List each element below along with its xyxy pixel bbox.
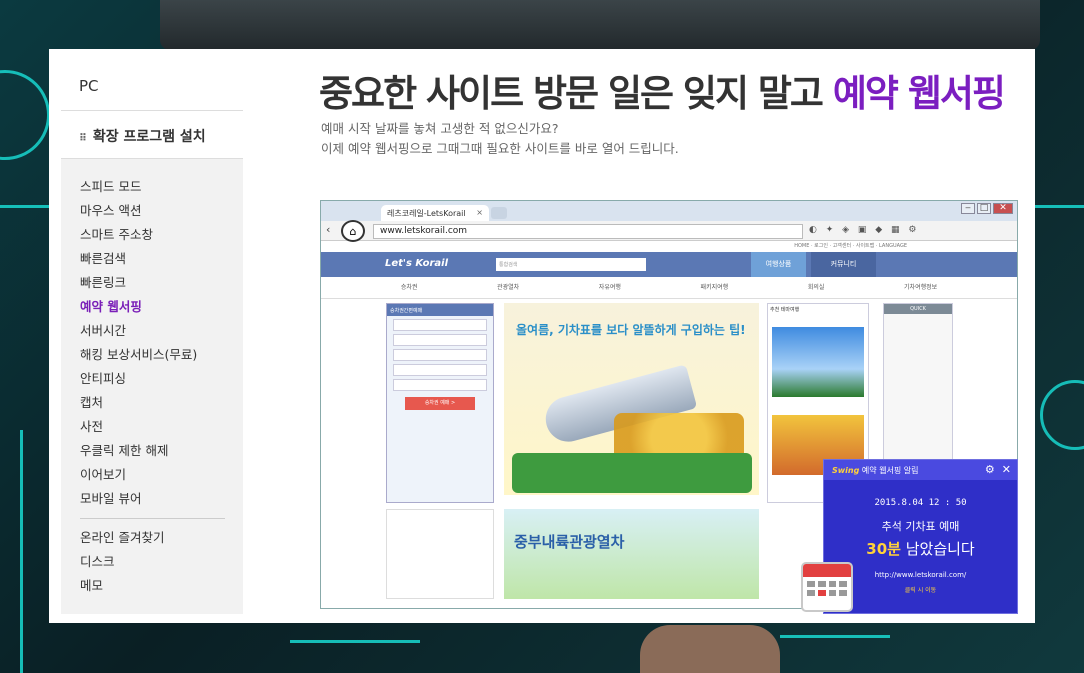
home-icon[interactable]: ⌂ [341, 220, 365, 242]
site-menu-item: 회의실 [807, 284, 825, 291]
grip-icon: ⠿ [79, 133, 87, 144]
site-menu-item: 기차여행정보 [904, 284, 938, 291]
close-icon[interactable]: ✕ [993, 203, 1013, 214]
sidebar-item-capture[interactable]: 캡처 [80, 391, 243, 415]
site-menu: 승차권 관광열차 자유여행 패키지여행 회의실 기차여행정보 [321, 277, 1017, 299]
news-box [386, 509, 494, 599]
sidebar-item-speed-mode[interactable]: 스피드 모드 [80, 175, 243, 199]
calendar-top [803, 564, 851, 577]
gear-icon[interactable]: ⚙ [985, 463, 995, 476]
sidebar-item-hacking-compensation[interactable]: 해킹 보상서비스(무료) [80, 343, 243, 367]
theme-photo [772, 327, 864, 397]
site-menu-item: 승차권 [400, 284, 418, 291]
form-row [393, 379, 487, 391]
browser-navbar: ‹ ⌂ www.letskorail.com ◐ ✦ ◈ ▣ ◆ ▦ ⚙ [321, 220, 1017, 242]
sidebar-item-disk[interactable]: 디스크 [80, 550, 243, 574]
sidebar-item-dictionary[interactable]: 사전 [80, 415, 243, 439]
site-nav: Let's Korail 통합검색 여행상품 커뮤니티 [321, 252, 1017, 277]
title-highlight: 예약 웹서핑 [832, 72, 1006, 115]
browser-tab[interactable]: 레츠코레일-LetsKorail × [381, 205, 489, 221]
sidebar-divider [80, 518, 225, 519]
glow-line [290, 640, 420, 643]
brand-logo: Swing [832, 466, 860, 475]
notification-countdown: 30분 남았습니다 [824, 538, 1017, 559]
browser-tabbar: 레츠코레일-LetsKorail × ‒ □ ✕ [321, 201, 1017, 221]
glow-line [0, 205, 49, 208]
glow-line [780, 635, 890, 638]
title-main: 중요한 사이트 방문 일은 잊지 말고 [319, 72, 833, 115]
notification-header: Swing 예약 웹서핑 알림 ⚙ ✕ [824, 460, 1017, 480]
site-menu-item: 패키지여행 [700, 284, 729, 291]
sidebar-item-mouse-action[interactable]: 마우스 액션 [80, 199, 243, 223]
sidebar-item-online-bookmarks[interactable]: 온라인 즐겨찾기 [80, 526, 243, 550]
minimize-icon[interactable]: ‒ [961, 203, 975, 214]
best-title: 중부내륙관광열차 [514, 533, 625, 551]
close-icon[interactable]: ✕ [1002, 463, 1011, 476]
glow-line [1035, 205, 1084, 208]
subtitle-line: 이제 예약 웹서핑으로 그때그때 필요한 사이트를 바로 열어 드립니다. [321, 141, 679, 156]
address-bar[interactable]: www.letskorail.com [373, 224, 803, 239]
laptop-screen-edge [160, 0, 1040, 50]
subtitle-line: 예매 시작 날짜를 놓쳐 고생한 적 없으신가요? [321, 121, 559, 136]
page-subtitle: 예매 시작 날짜를 놓쳐 고생한 적 없으신가요? 이제 예약 웹서핑으로 그때… [321, 119, 679, 159]
sidebar-menu: 스피드 모드 마우스 액션 스마트 주소창 빠른검색 빠른링크 예약 웹서핑 서… [61, 159, 243, 598]
page-title: 중요한 사이트 방문 일은 잊지 말고 예약 웹서핑 [319, 63, 1006, 117]
banner-title: 올여름, 기차표를 보다 알뜰하게 구입하는 팁! [516, 323, 746, 337]
window-controls: ‒ □ ✕ [959, 203, 1013, 214]
tab-title: 레츠코레일-LetsKorail [387, 209, 466, 218]
notification-title: 예약 웹서핑 알림 [859, 466, 919, 475]
hands-photo [640, 625, 780, 673]
sidebar-item-quick-search[interactable]: 빠른검색 [80, 247, 243, 271]
sidebar-item-quick-link[interactable]: 빠른링크 [80, 271, 243, 295]
notification-controls: ⚙ ✕ [985, 463, 1011, 476]
site-menu-item: 관광열차 [497, 284, 520, 291]
site-logo: Let's Korail [385, 258, 449, 269]
form-submit: 승차권 예매 > [405, 397, 475, 410]
notification-time: 2015.8.04 12 : 50 [874, 498, 967, 508]
promo-banner: 올여름, 기차표를 보다 알뜰하게 구입하는 팁! [504, 303, 759, 495]
theme-header: 추천 테마여행 [770, 307, 800, 313]
calendar-icon [801, 562, 853, 612]
glow-ring-right [1040, 380, 1084, 450]
site-menu-item: 자유여행 [598, 284, 621, 291]
sidebar-item-scheduled-surfing[interactable]: 예약 웹서핑 [80, 295, 243, 319]
sidebar-ext-label: 확장 프로그램 설치 [92, 129, 206, 145]
new-tab-button[interactable] [491, 207, 507, 219]
sidebar-item-server-time[interactable]: 서버시간 [80, 319, 243, 343]
tab-close-icon[interactable]: × [476, 208, 483, 217]
form-row [393, 319, 487, 331]
sidebar-item-smart-address[interactable]: 스마트 주소창 [80, 223, 243, 247]
sidebar: PC ⠿ 확장 프로그램 설치 스피드 모드 마우스 액션 스마트 주소창 빠른검… [61, 61, 243, 614]
site-tab-community: 커뮤니티 [811, 252, 876, 277]
toolbar-icons[interactable]: ◐ ✦ ◈ ▣ ◆ ▦ ⚙ [809, 225, 919, 235]
best-travel: 중부내륙관광열차 [504, 509, 759, 599]
glow-line [20, 430, 23, 673]
site-tab-travel: 여행상품 [751, 252, 806, 277]
sidebar-item-mobile-viewer[interactable]: 모바일 뷰어 [80, 487, 243, 511]
sidebar-item-memo[interactable]: 메모 [80, 574, 243, 598]
maximize-icon[interactable]: □ [977, 203, 991, 214]
sidebar-item-resume[interactable]: 이어보기 [80, 463, 243, 487]
site-top-links: HOME · 로그인 · 고객센터 · 사이트맵 · LANGUAGE [794, 243, 907, 249]
countdown-value: 30분 [866, 540, 901, 558]
form-row [393, 349, 487, 361]
sidebar-item-anti-phishing[interactable]: 안티피싱 [80, 367, 243, 391]
site-search-input: 통합검색 [496, 258, 646, 271]
promo-box [512, 453, 752, 493]
feature-card: PC ⠿ 확장 프로그램 설치 스피드 모드 마우스 액션 스마트 주소창 빠른검… [49, 49, 1035, 623]
sidebar-pc[interactable]: PC [61, 61, 243, 111]
sidebar-item-right-click[interactable]: 우클릭 제한 해제 [80, 439, 243, 463]
countdown-text: 남았습니다 [900, 540, 975, 558]
form-header: 승차권간편예매 [387, 304, 493, 316]
glow-ring-left [0, 70, 50, 160]
form-row [393, 364, 487, 376]
notification-message: 추석 기차표 예매 [881, 520, 960, 533]
back-icon[interactable]: ‹ [326, 223, 330, 236]
ticket-form: 승차권간편예매 승차권 예매 > [386, 303, 494, 503]
sidebar-extension-install[interactable]: ⠿ 확장 프로그램 설치 [61, 111, 243, 159]
quick-header: QUICK [884, 304, 952, 314]
form-row [393, 334, 487, 346]
calendar-grid [803, 577, 851, 600]
